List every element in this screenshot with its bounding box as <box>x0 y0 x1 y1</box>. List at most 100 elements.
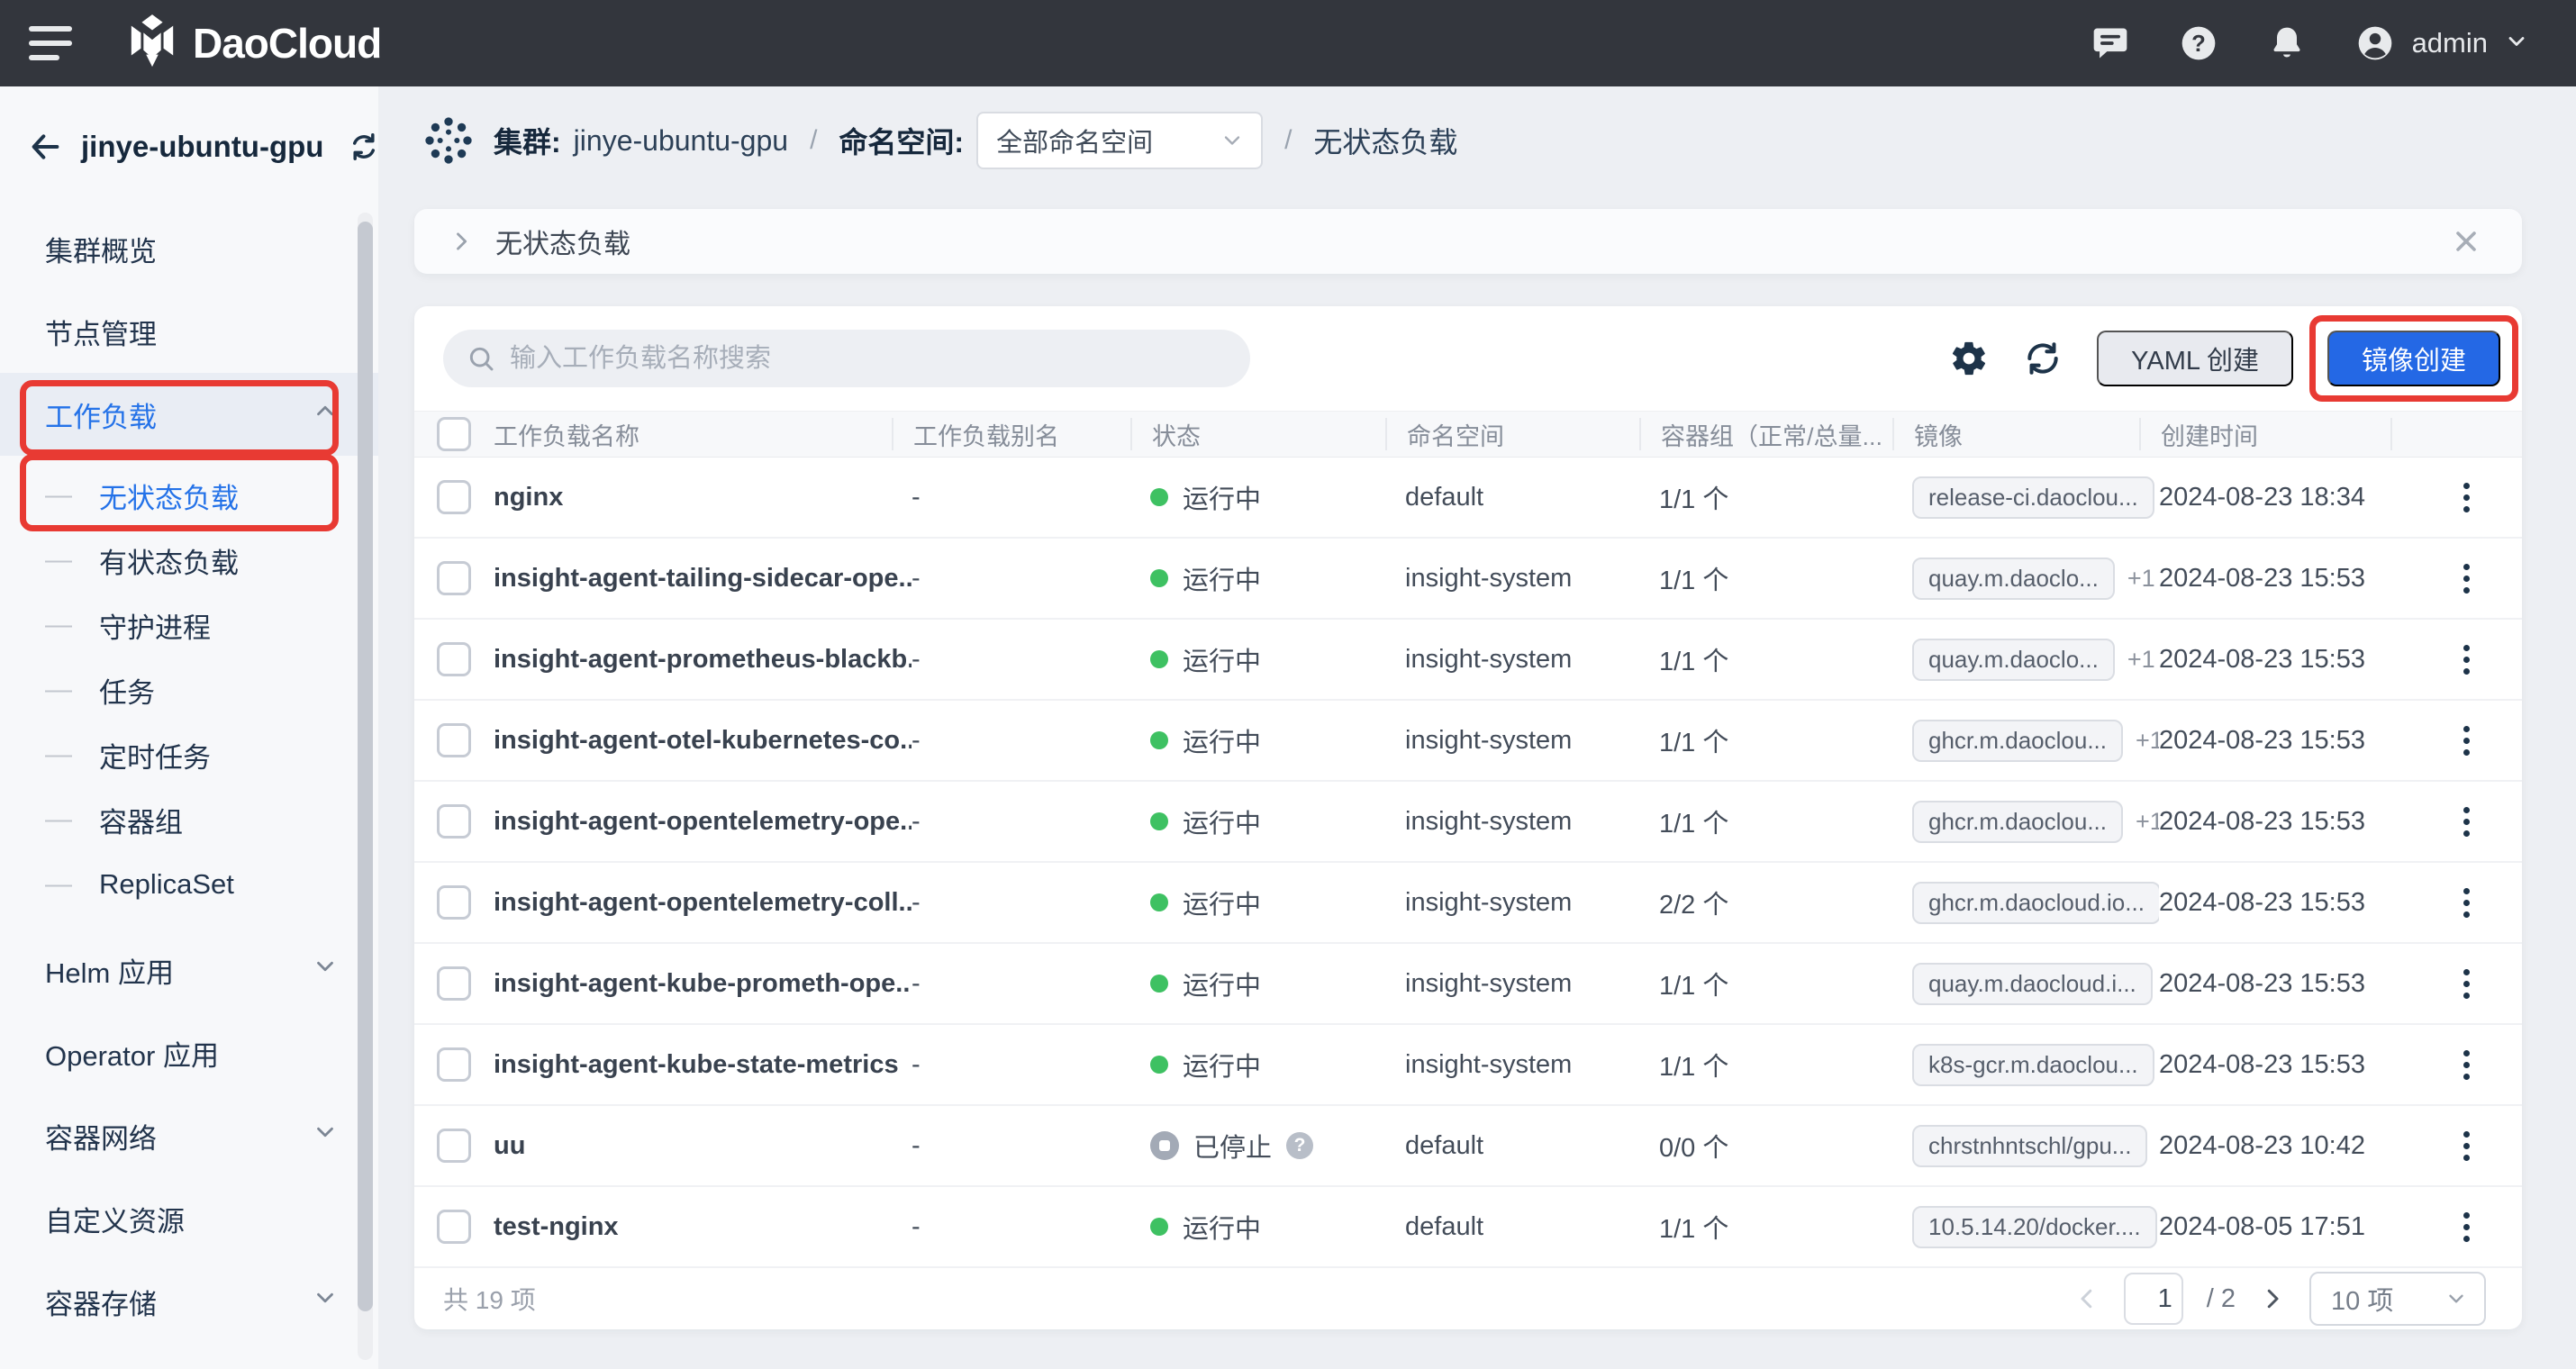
next-page-icon[interactable] <box>2259 1285 2286 1312</box>
sidebar-item-replicasets[interactable]: —ReplicaSet <box>0 852 378 917</box>
row-actions-kebab-icon[interactable] <box>2448 1045 2484 1085</box>
workload-created: 2024-08-23 15:53 <box>2159 726 2410 756</box>
row-actions-kebab-icon[interactable] <box>2448 964 2484 1004</box>
workload-name[interactable]: insight-agent-tailing-sidecar-ope... <box>494 564 912 594</box>
workload-name[interactable]: insight-agent-kube-state-metrics <box>494 1050 912 1080</box>
row-checkbox[interactable] <box>437 885 471 920</box>
sidebar-item-node-management[interactable]: 节点管理 <box>0 290 378 373</box>
chevron-right-icon[interactable] <box>449 229 474 254</box>
image-badge: release-ci.daoclou... <box>1912 476 2154 519</box>
workload-namespace: insight-system <box>1405 807 1659 837</box>
page-number-input[interactable] <box>2124 1273 2183 1325</box>
row-actions-kebab-icon[interactable] <box>2448 1207 2484 1247</box>
workload-pods: 0/0 个 <box>1659 1127 1912 1165</box>
workload-name[interactable]: insight-agent-kube-prometh-ope... <box>494 969 912 999</box>
workload-status: 运行中 <box>1150 965 1405 1002</box>
row-actions-kebab-icon[interactable] <box>2448 721 2484 761</box>
row-actions-kebab-icon[interactable] <box>2448 639 2484 680</box>
workload-name[interactable]: nginx <box>494 483 912 512</box>
search-input[interactable] <box>510 344 1229 374</box>
sidebar-item-container-network[interactable]: 容器网络 <box>0 1094 378 1177</box>
prev-page-icon[interactable] <box>2073 1285 2100 1312</box>
brand-logo[interactable]: DaoCloud <box>126 0 381 86</box>
sidebar-item-daemonsets[interactable]: —守护进程 <box>0 593 378 657</box>
image-create-button[interactable]: 镜像创建 <box>2327 331 2500 386</box>
close-icon[interactable] <box>2450 225 2482 258</box>
row-checkbox[interactable] <box>437 480 471 514</box>
cluster-value[interactable]: jinye-ubuntu-gpu <box>574 124 788 158</box>
col-header-name[interactable]: 工作负载名称 <box>494 418 912 450</box>
col-header-namespace[interactable]: 命名空间 <box>1385 418 1659 450</box>
row-checkbox[interactable] <box>437 723 471 757</box>
workload-created: 2024-08-05 17:51 <box>2159 1212 2410 1242</box>
row-checkbox[interactable] <box>437 804 471 839</box>
col-header-image[interactable]: 镜像 <box>1892 418 2159 450</box>
svg-text:?: ? <box>2191 32 2206 57</box>
sidebar-item-operator-apps[interactable]: Operator 应用 <box>0 1011 378 1094</box>
messages-icon[interactable] <box>2090 23 2131 64</box>
row-actions-kebab-icon[interactable] <box>2448 883 2484 923</box>
workload-name[interactable]: insight-agent-prometheus-blackb... <box>494 645 912 675</box>
col-header-alias[interactable]: 工作负载别名 <box>892 418 1150 450</box>
notifications-bell-icon[interactable] <box>2266 23 2308 64</box>
workload-pods: 1/1 个 <box>1659 721 1912 759</box>
back-arrow-icon[interactable] <box>27 129 63 165</box>
row-actions-kebab-icon[interactable] <box>2448 477 2484 518</box>
col-header-pods[interactable]: 容器组（正常/总量... <box>1639 418 1912 450</box>
table-row: insight-agent-opentelemetry-ope... - 运行中… <box>414 782 2522 863</box>
breadcrumb-separator: / <box>810 125 817 156</box>
row-checkbox[interactable] <box>437 561 471 595</box>
row-checkbox[interactable] <box>437 1129 471 1163</box>
sidebar-item-helm-apps[interactable]: Helm 应用 <box>0 929 378 1011</box>
sidebar-scrollbar-thumb[interactable] <box>358 222 373 1311</box>
col-header-created[interactable]: 创建时间 <box>2139 418 2410 450</box>
col-header-status[interactable]: 状态 <box>1130 418 1405 450</box>
help-icon[interactable]: ? <box>2178 23 2219 64</box>
dash-icon: — <box>45 610 72 640</box>
sidebar-item-statefulsets[interactable]: —有状态负载 <box>0 528 378 593</box>
row-checkbox[interactable] <box>437 1047 471 1082</box>
workload-namespace: default <box>1405 1131 1659 1161</box>
page-size-select[interactable]: 10 项 <box>2309 1272 2486 1326</box>
sidebar-item-container-storage[interactable]: 容器存储 <box>0 1260 378 1343</box>
search-box <box>443 330 1250 387</box>
workload-namespace: insight-system <box>1405 564 1659 594</box>
sidebar-item-workloads[interactable]: 工作负载 <box>0 373 378 456</box>
settings-gear-icon[interactable] <box>1949 339 1989 378</box>
hamburger-menu-icon[interactable] <box>29 22 72 65</box>
row-checkbox[interactable] <box>437 966 471 1001</box>
switch-cluster-icon[interactable] <box>347 130 381 164</box>
workload-created: 2024-08-23 15:53 <box>2159 645 2410 675</box>
sidebar-item-cronjobs[interactable]: —定时任务 <box>0 722 378 787</box>
status-help-icon[interactable]: ? <box>1286 1132 1313 1159</box>
workload-name[interactable]: uu <box>494 1131 912 1161</box>
select-all-checkbox[interactable] <box>437 417 471 451</box>
workload-image: quay.m.daocloud.i... <box>1912 963 2159 1005</box>
sidebar-item-pods[interactable]: —容器组 <box>0 787 378 852</box>
user-menu[interactable]: admin <box>2354 23 2529 64</box>
yaml-create-button[interactable]: YAML 创建 <box>2097 331 2293 386</box>
workload-namespace: insight-system <box>1405 1050 1659 1080</box>
daocloud-logo-icon <box>126 14 178 72</box>
sidebar-item-cluster-overview[interactable]: 集群概览 <box>0 207 378 290</box>
table-row: nginx - 运行中 default 1/1 个 release-ci.dao… <box>414 458 2522 539</box>
sidebar-item-custom-resources[interactable]: 自定义资源 <box>0 1177 378 1260</box>
sidebar-item-deployments[interactable]: —无状态负载 <box>0 463 378 528</box>
sidebar: jinye-ubuntu-gpu 集群概览 节点管理 工作负载 —无状态负载 —… <box>0 86 378 1369</box>
avatar <box>2354 23 2396 64</box>
workload-status: 运行中 <box>1150 721 1405 759</box>
workload-name[interactable]: insight-agent-opentelemetry-coll... <box>494 888 912 918</box>
row-checkbox[interactable] <box>437 1210 471 1244</box>
namespace-select[interactable]: 全部命名空间 <box>976 112 1263 169</box>
workload-image: release-ci.daoclou... <box>1912 476 2159 519</box>
row-checkbox[interactable] <box>437 642 471 676</box>
workload-name[interactable]: insight-agent-otel-kubernetes-co... <box>494 726 912 756</box>
row-actions-kebab-icon[interactable] <box>2448 802 2484 842</box>
refresh-icon[interactable] <box>2023 339 2063 378</box>
row-actions-kebab-icon[interactable] <box>2448 1126 2484 1166</box>
sidebar-item-jobs[interactable]: —任务 <box>0 657 378 722</box>
workload-name[interactable]: insight-agent-opentelemetry-ope... <box>494 807 912 837</box>
workload-name[interactable]: test-nginx <box>494 1212 912 1242</box>
workload-status: 运行中 <box>1150 559 1405 597</box>
row-actions-kebab-icon[interactable] <box>2448 558 2484 599</box>
